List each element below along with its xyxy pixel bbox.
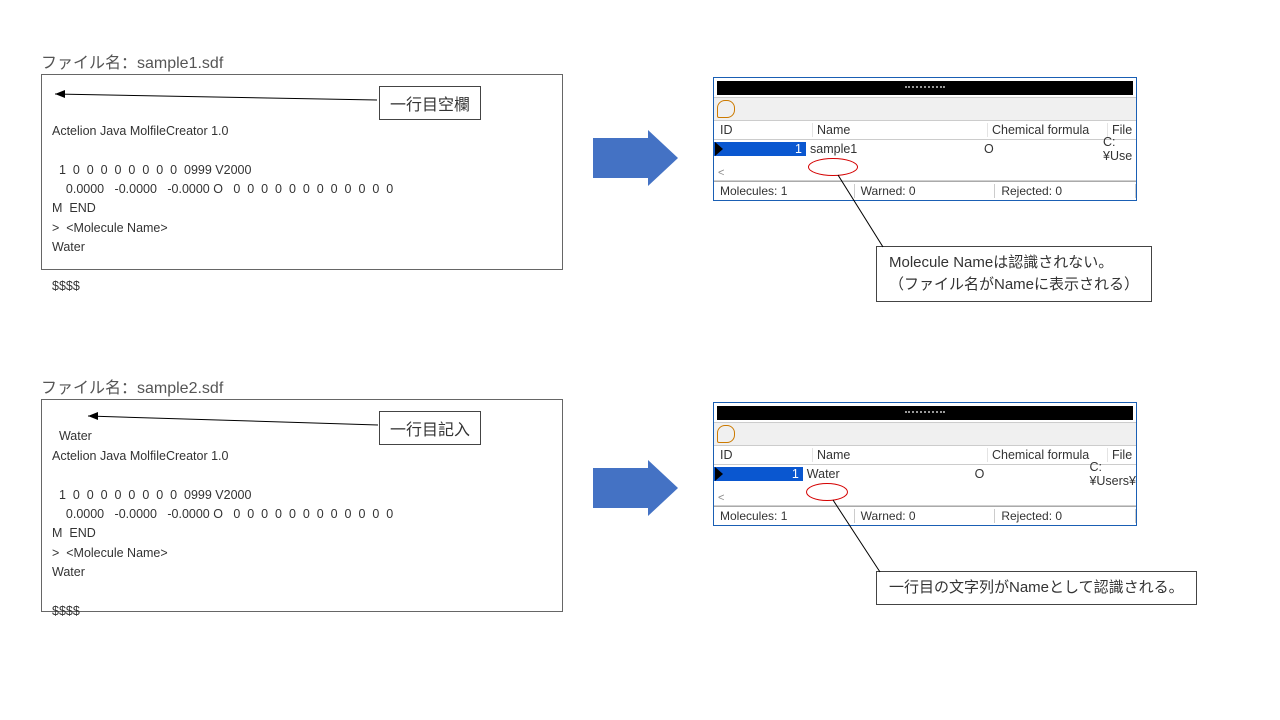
note-box-1: Molecule Nameは認識されない。 （ファイル名がNameに表示される） bbox=[876, 246, 1152, 302]
table-row[interactable]: 1 sample1 O C:¥Use bbox=[714, 140, 1136, 158]
table-header: ID Name Chemical formula File bbox=[714, 121, 1136, 140]
code-text-1: Actelion Java MolfileCreator 1.0 1 0 0 0… bbox=[52, 124, 393, 293]
status-rejected: Rejected: 0 bbox=[995, 509, 1136, 523]
col-name[interactable]: Name bbox=[813, 448, 988, 462]
status-warned: Warned: 0 bbox=[855, 509, 996, 523]
cell-chem: O bbox=[971, 467, 1086, 481]
file-label-2: ファイル名：sample2.sdf bbox=[41, 374, 223, 398]
code-text-2: Water Actelion Java MolfileCreator 1.0 1… bbox=[52, 429, 393, 617]
status-rejected: Rejected: 0 bbox=[995, 184, 1136, 198]
cell-id: 1 bbox=[714, 467, 803, 481]
status-warned: Warned: 0 bbox=[855, 184, 996, 198]
cell-name: sample1 bbox=[806, 142, 980, 156]
annot-filled-firstline: 一行目記入 bbox=[379, 411, 481, 445]
status-bar: Molecules: 1 Warned: 0 Rejected: 0 bbox=[714, 506, 1136, 525]
cell-chem: O bbox=[980, 142, 1099, 156]
cell-id: 1 bbox=[714, 142, 806, 156]
code-box-1: Actelion Java MolfileCreator 1.0 1 0 0 0… bbox=[41, 74, 563, 270]
col-id[interactable]: ID bbox=[714, 123, 813, 137]
search-icon[interactable] bbox=[717, 100, 735, 118]
window-titlebar bbox=[717, 81, 1133, 95]
toolbar bbox=[714, 422, 1136, 446]
result-table-2: ID Name Chemical formula File 1 Water O … bbox=[713, 402, 1137, 526]
file-label-1: ファイル名：sample1.sdf bbox=[41, 49, 223, 73]
col-chem[interactable]: Chemical formula bbox=[988, 123, 1108, 137]
row-marker-icon bbox=[715, 142, 723, 156]
annot-blank-firstline: 一行目空欄 bbox=[379, 86, 481, 120]
status-bar: Molecules: 1 Warned: 0 Rejected: 0 bbox=[714, 181, 1136, 200]
col-id[interactable]: ID bbox=[714, 448, 813, 462]
status-molecules: Molecules: 1 bbox=[714, 184, 855, 198]
result-table-1: ID Name Chemical formula File 1 sample1 … bbox=[713, 77, 1137, 201]
toolbar bbox=[714, 97, 1136, 121]
window-titlebar bbox=[717, 406, 1133, 420]
search-icon[interactable] bbox=[717, 425, 735, 443]
code-box-2: Water Actelion Java MolfileCreator 1.0 1… bbox=[41, 399, 563, 612]
row-marker-icon bbox=[715, 467, 723, 481]
note-box-2: 一行目の文字列がNameとして認識される。 bbox=[876, 571, 1197, 605]
cell-name: Water bbox=[803, 467, 971, 481]
table-row[interactable]: 1 Water O C:¥Users¥ bbox=[714, 465, 1136, 483]
col-name[interactable]: Name bbox=[813, 123, 988, 137]
table-header: ID Name Chemical formula File bbox=[714, 446, 1136, 465]
status-molecules: Molecules: 1 bbox=[714, 509, 855, 523]
